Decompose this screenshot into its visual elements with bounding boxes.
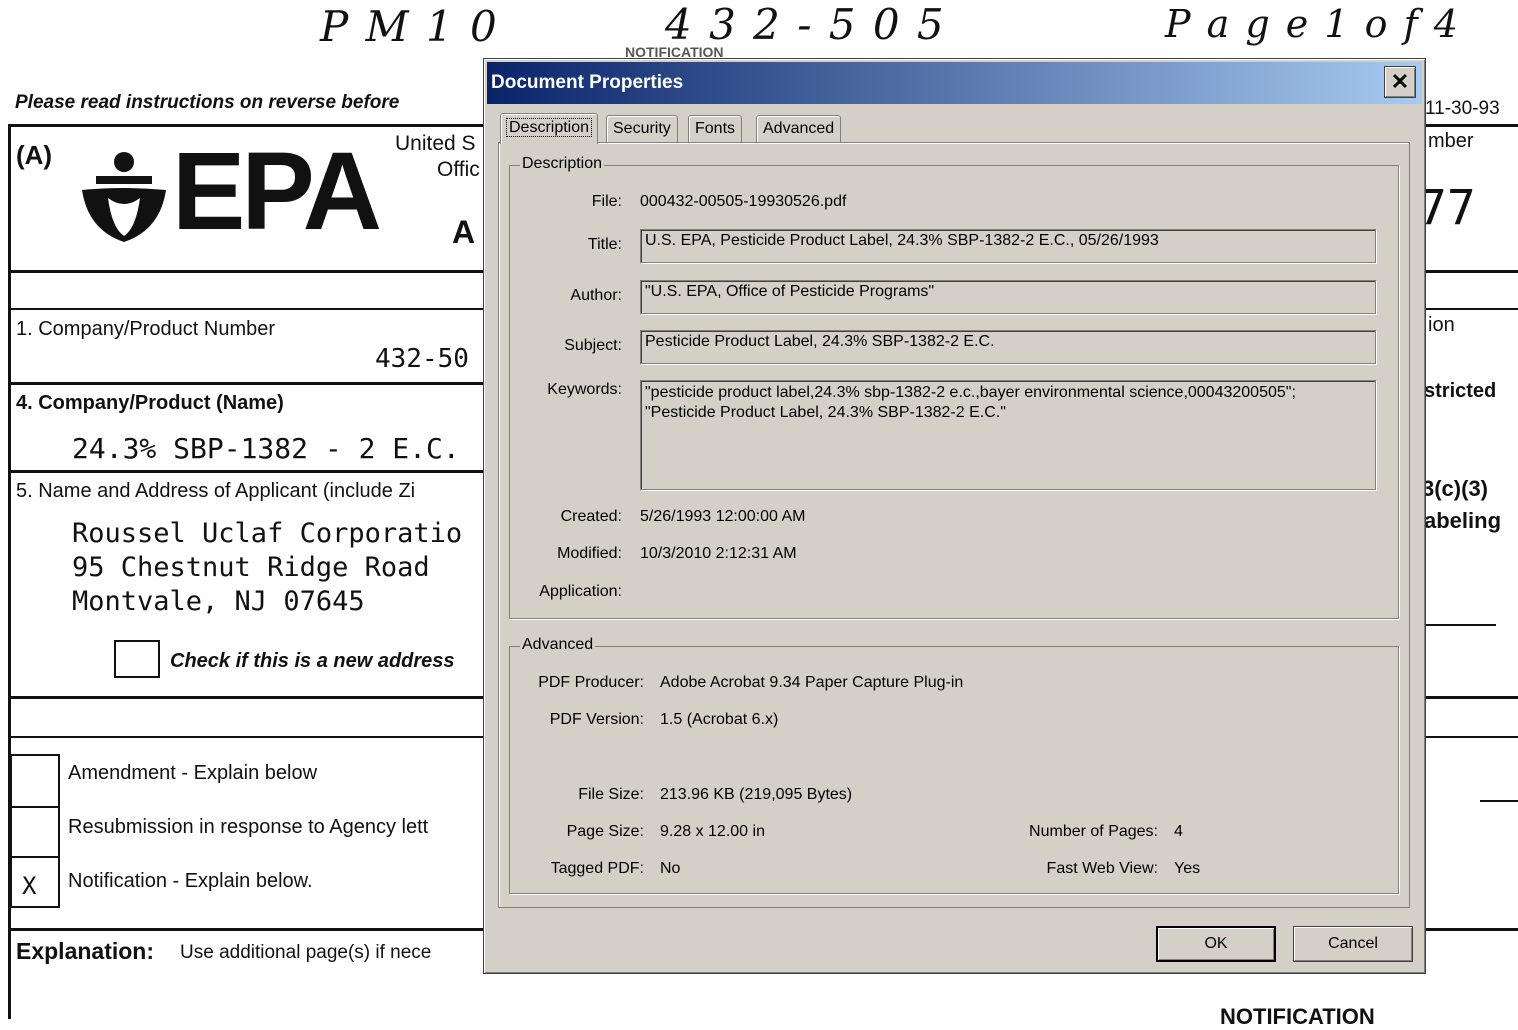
modified-label: Modified: — [557, 545, 622, 562]
description-group: Description File: 000432-00505-19930526.… — [509, 155, 1399, 619]
close-icon: ✕ — [1390, 69, 1410, 94]
author-label: Author: — [570, 287, 622, 304]
resubmission-option: Resubmission in response to Agency lett — [68, 816, 429, 838]
right-stricted: stricted — [1424, 380, 1497, 402]
epa-logo-text: EPA — [172, 130, 382, 253]
modified-value: 10/3/2010 2:12:31 AM — [640, 545, 797, 562]
fast-web-view-label: Fast Web View: — [1046, 860, 1158, 877]
address-line-2: 95 Chestnut Ridge Road — [72, 552, 430, 583]
applicant-label: 5. Name and Address of Applicant (includ… — [16, 480, 416, 502]
section-a-label: (A) — [16, 140, 53, 170]
right-ion: ion — [1428, 314, 1455, 336]
bottom-notification: NOTIFICATION — [1220, 1004, 1375, 1029]
fast-web-view-value: Yes — [1174, 860, 1201, 877]
file-value: 000432-00505-19930526.pdf — [640, 193, 847, 210]
handwritten-reg-number: 4 3 2 - 5 0 5 — [665, 0, 946, 49]
created-label: Created: — [560, 508, 622, 525]
author-field[interactable]: "U.S. EPA, Office of Pesticide Programs" — [640, 280, 1376, 314]
tab-advanced[interactable]: Advanced — [756, 115, 842, 142]
advanced-group-legend: Advanced — [520, 636, 596, 654]
pdf-producer-value: Adobe Acrobat 9.34 Paper Capture Plug-in — [660, 674, 964, 691]
page-count-value: 4 — [1174, 823, 1183, 840]
created-value: 5/26/1993 12:00:00 AM — [640, 508, 806, 525]
page-size-label: Page Size: — [566, 823, 644, 840]
keywords-line-2: "Pesticide Product Label, 24.3% SBP-1382… — [645, 404, 1006, 421]
explanation-label: Explanation: — [16, 938, 155, 964]
product-name-label: 4. Company/Product (Name) — [16, 392, 284, 414]
tab-fonts[interactable]: Fonts — [688, 115, 743, 142]
pdf-version-value: 1.5 (Acrobat 6.x) — [660, 711, 779, 728]
close-button[interactable]: ✕ — [1384, 66, 1416, 98]
description-tab-panel: Description File: 000432-00505-19930526.… — [498, 142, 1410, 908]
handwritten-page: P a g e 1 o f 4 — [1165, 2, 1460, 46]
advanced-group: Advanced PDF Producer: Adobe Acrobat 9.3… — [509, 636, 1399, 894]
file-size-value: 213.96 KB (219,095 Bytes) — [660, 786, 853, 803]
tab-description[interactable]: Description — [500, 113, 599, 144]
application-label: Application: — [539, 583, 622, 600]
new-address-checkbox — [114, 640, 160, 678]
cancel-button[interactable]: Cancel — [1293, 926, 1413, 962]
title-field[interactable]: U.S. EPA, Pesticide Product Label, 24.3%… — [640, 229, 1376, 263]
agency-line-1: United S — [395, 132, 476, 155]
file-label: File: — [591, 193, 622, 210]
company-number-value: 432-50 — [375, 344, 469, 374]
file-size-label: File Size: — [578, 786, 644, 803]
ok-button[interactable]: OK — [1156, 926, 1276, 962]
keywords-line-1: "pesticide product label,24.3% sbp-1382-… — [645, 384, 1296, 401]
tagged-pdf-label: Tagged PDF: — [550, 860, 644, 877]
dialog-titlebar[interactable]: Document Properties ✕ — [487, 62, 1422, 104]
page-count-label: Number of Pages: — [1029, 823, 1158, 840]
keywords-label: Keywords: — [547, 381, 622, 398]
title-label: Title: — [587, 236, 622, 253]
agency-line-3: A — [452, 214, 476, 250]
address-line-1: Roussel Uclaf Corporatio — [72, 518, 463, 549]
right-labeling: abeling — [1424, 508, 1502, 533]
subject-label: Subject: — [564, 337, 622, 354]
new-address-label: Check if this is a new address — [170, 650, 455, 672]
keywords-field[interactable]: "pesticide product label,24.3% sbp-1382-… — [640, 380, 1376, 490]
number-value: 77 — [1418, 180, 1476, 236]
agency-line-2: Offic — [437, 158, 480, 181]
notification-mark: X — [22, 872, 37, 900]
number-label: mber — [1428, 130, 1474, 152]
product-name-value: 24.3% SBP-1382 - 2 E.C. — [72, 432, 460, 465]
instructions-text: Please read instructions on reverse befo… — [15, 92, 400, 113]
pdf-producer-label: PDF Producer: — [538, 674, 644, 691]
dialog-title: Document Properties — [491, 72, 684, 93]
right-c3: 3(c)(3) — [1422, 476, 1489, 501]
pdf-version-label: PDF Version: — [549, 711, 644, 728]
subject-field[interactable]: Pesticide Product Label, 24.3% SBP-1382-… — [640, 330, 1376, 364]
epa-flower-icon — [82, 152, 166, 242]
company-number-label: 1. Company/Product Number — [16, 318, 276, 340]
tagged-pdf-value: No — [660, 860, 681, 877]
amendment-option: Amendment - Explain below — [68, 762, 318, 784]
handwritten-pm: P M 1 0 — [320, 2, 499, 51]
page-size-value: 9.28 x 12.00 in — [660, 823, 765, 840]
form-date: 11-30-93 — [1425, 98, 1500, 119]
notification-option: Notification - Explain below. — [68, 870, 313, 892]
document-properties-dialog: Document Properties ✕ Description Securi… — [483, 58, 1426, 974]
address-line-3: Montvale, NJ 07645 — [72, 586, 365, 617]
description-group-legend: Description — [520, 155, 605, 173]
explanation-text: Use additional page(s) if nece — [180, 942, 432, 963]
tab-security[interactable]: Security — [606, 115, 678, 142]
